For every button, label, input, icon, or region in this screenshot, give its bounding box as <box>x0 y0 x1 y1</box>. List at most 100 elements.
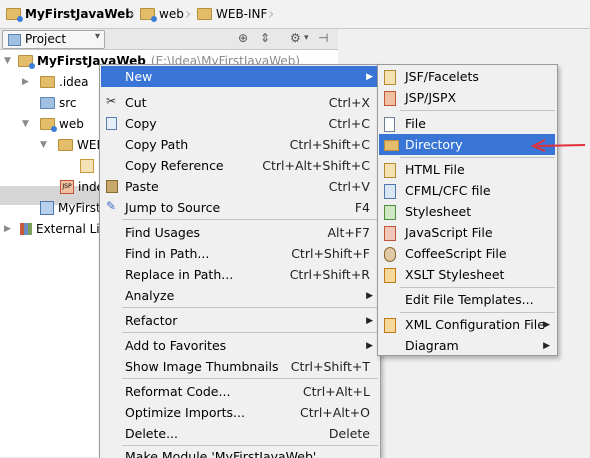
menu-separator <box>122 307 378 308</box>
css-file-icon <box>384 205 396 220</box>
new-submenu: JSF/Facelets JSP/JSPX File Directory HTM… <box>377 64 558 356</box>
breadcrumb-webinf[interactable]: WEB-INF <box>197 5 267 23</box>
menu-item-jump-to-source[interactable]: ✎ Jump to Source F4 <box>101 197 378 218</box>
menu-separator <box>400 287 555 288</box>
submenu-arrow-icon: ▶ <box>366 290 373 301</box>
expand-arrow-icon[interactable]: ▼ <box>22 119 29 129</box>
menu-item-new[interactable]: New ▶ <box>101 66 378 87</box>
cfml-file-icon <box>384 184 396 199</box>
submenu-item-html[interactable]: HTML File <box>379 159 555 180</box>
paste-icon <box>106 180 118 193</box>
chevron-right-icon: › <box>128 4 135 23</box>
context-menu: New ▶ ✂ Cut Ctrl+X Copy Ctrl+C Copy Path… <box>99 64 381 458</box>
tree-item-src[interactable]: src <box>40 93 77 113</box>
menu-item-replace-in-path[interactable]: Replace in Path... Ctrl+Shift+R <box>101 264 378 285</box>
project-icon <box>8 34 21 46</box>
submenu-item-jspx[interactable]: JSP/JSPX <box>379 87 555 108</box>
collapse-arrow-icon[interactable]: ▶ <box>22 77 29 87</box>
xml-file-icon <box>80 159 94 173</box>
jsp-file-icon <box>384 91 396 106</box>
module-file-icon <box>40 201 54 215</box>
gear-dropdown-icon[interactable]: ▾ <box>304 33 309 43</box>
dropdown-arrow-icon: ▾ <box>94 31 100 42</box>
folder-icon <box>40 76 55 88</box>
menu-separator <box>400 157 555 158</box>
menu-item-copy-path[interactable]: Copy Path Ctrl+Shift+C <box>101 134 378 155</box>
submenu-arrow-icon: ▶ <box>543 319 550 330</box>
web-folder-icon <box>140 8 157 22</box>
collapse-arrow-icon[interactable]: ▶ <box>4 224 11 234</box>
submenu-item-cfml[interactable]: CFML/CFC file <box>379 180 555 201</box>
menu-item-cut[interactable]: ✂ Cut Ctrl+X <box>101 92 378 113</box>
submenu-item-javascript[interactable]: JavaScript File <box>379 222 555 243</box>
web-folder-icon <box>40 118 57 132</box>
expand-arrow-icon[interactable]: ▼ <box>4 56 11 66</box>
source-folder-icon <box>40 97 55 109</box>
module-folder-icon <box>6 8 23 22</box>
menu-item-show-image-thumbnails[interactable]: Show Image Thumbnails Ctrl+Shift+T <box>101 356 378 377</box>
chevron-right-icon: › <box>185 4 192 23</box>
tree-item-external-libraries[interactable]: External Lil <box>20 219 103 239</box>
submenu-item-diagram[interactable]: Diagram ▶ <box>379 335 555 356</box>
menu-separator <box>122 378 378 379</box>
project-toolbar: Project ▾ ⊕ ⇕ ⚙ ▾ ⊣ <box>0 29 338 50</box>
submenu-arrow-icon: ▶ <box>366 340 373 351</box>
menu-separator <box>122 445 378 446</box>
annotation-arrow-icon <box>530 139 586 152</box>
menu-separator <box>400 110 555 111</box>
folder-icon <box>384 140 399 151</box>
menu-item-refactor[interactable]: Refactor ▶ <box>101 310 378 331</box>
menu-separator <box>400 312 555 313</box>
submenu-item-edit-file-templates[interactable]: Edit File Templates... <box>379 289 555 310</box>
menu-separator <box>122 332 378 333</box>
menu-item-analyze[interactable]: Analyze ▶ <box>101 285 378 306</box>
tree-item-index[interactable]: JSP inde <box>60 177 104 197</box>
submenu-item-stylesheet[interactable]: Stylesheet <box>379 201 555 222</box>
menu-item-paste[interactable]: Paste Ctrl+V <box>101 176 378 197</box>
expand-arrow-icon[interactable]: ▼ <box>40 140 47 150</box>
menu-separator <box>122 219 378 220</box>
menu-item-delete[interactable]: Delete... Delete <box>101 423 378 444</box>
file-icon <box>384 117 395 132</box>
coffeescript-file-icon <box>384 247 396 262</box>
breadcrumb-project[interactable]: MyFirstJavaWeb <box>6 5 134 23</box>
tree-item-webinf[interactable]: WEB <box>58 135 105 155</box>
tree-item-idea[interactable]: .idea <box>40 72 89 92</box>
tree-item-web[interactable]: web <box>40 114 84 134</box>
collapse-icon[interactable]: ⇕ <box>260 31 270 45</box>
submenu-arrow-icon: ▶ <box>366 315 373 326</box>
scissors-icon: ✂ <box>106 94 117 108</box>
chevron-right-icon: › <box>268 4 275 23</box>
submenu-arrow-icon: ▶ <box>543 340 550 351</box>
menu-item-copy[interactable]: Copy Ctrl+C <box>101 113 378 134</box>
locate-icon[interactable]: ⊕ <box>238 31 248 45</box>
libraries-icon <box>20 223 32 235</box>
folder-icon <box>197 8 212 20</box>
submenu-arrow-icon: ▶ <box>366 71 373 82</box>
tree-item-iml[interactable]: MyFirst <box>40 198 101 218</box>
submenu-item-file[interactable]: File <box>379 113 555 134</box>
folder-icon <box>58 139 73 151</box>
jsp-file-icon: JSP <box>60 180 74 194</box>
menu-item-optimize-imports[interactable]: Optimize Imports... Ctrl+Alt+O <box>101 402 378 423</box>
submenu-item-xml-configuration-file[interactable]: XML Configuration File ▶ <box>379 314 555 335</box>
breadcrumb: MyFirstJavaWeb › web › WEB-INF › <box>0 0 590 29</box>
tree-item-webxml[interactable] <box>80 156 98 176</box>
gear-icon[interactable]: ⚙ <box>290 31 301 45</box>
breadcrumb-web[interactable]: web <box>140 5 184 23</box>
jsf-file-icon <box>384 70 396 85</box>
menu-item-reformat-code[interactable]: Reformat Code... Ctrl+Alt+L <box>101 381 378 402</box>
xslt-file-icon <box>384 268 396 283</box>
menu-item-copy-reference[interactable]: Copy Reference Ctrl+Alt+Shift+C <box>101 155 378 176</box>
html-file-icon <box>384 163 396 178</box>
menu-item-find-usages[interactable]: Find Usages Alt+F7 <box>101 222 378 243</box>
menu-item-find-in-path[interactable]: Find in Path... Ctrl+Shift+F <box>101 243 378 264</box>
project-view-dropdown[interactable]: Project ▾ <box>2 30 105 49</box>
menu-item-add-to-favorites[interactable]: Add to Favorites ▶ <box>101 335 378 356</box>
jump-to-source-icon: ✎ <box>106 199 117 213</box>
submenu-item-jsf[interactable]: JSF/Facelets <box>379 66 555 87</box>
submenu-item-xslt[interactable]: XSLT Stylesheet <box>379 264 555 285</box>
hide-panel-icon[interactable]: ⊣ <box>318 31 328 45</box>
submenu-item-coffeescript[interactable]: CoffeeScript File <box>379 243 555 264</box>
xml-config-icon <box>384 318 396 333</box>
